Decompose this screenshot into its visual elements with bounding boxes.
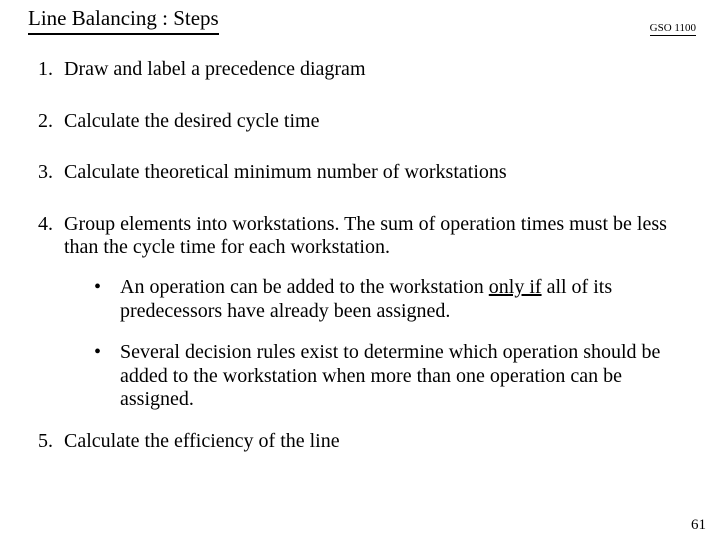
step-4-bullet-2: Several decision rules exist to determin…: [94, 341, 692, 412]
slide: Line Balancing : Steps GSO 1100 Draw and…: [0, 0, 720, 540]
step-4: Group elements into workstations. The su…: [58, 213, 692, 412]
steps-list: Draw and label a precedence diagram Calc…: [28, 58, 692, 454]
step-5: Calculate the efficiency of the line: [58, 430, 692, 454]
course-code: GSO 1100: [650, 22, 696, 36]
step-4-sublist: An operation can be added to the worksta…: [64, 276, 692, 412]
slide-title: Line Balancing : Steps: [28, 6, 219, 35]
b1-underline: only if: [489, 276, 542, 298]
step-1: Draw and label a precedence diagram: [58, 58, 692, 82]
slide-body: Draw and label a precedence diagram Calc…: [28, 58, 692, 482]
step-4-text: Group elements into workstations. The su…: [64, 213, 667, 259]
step-2: Calculate the desired cycle time: [58, 110, 692, 134]
step-4-bullet-1: An operation can be added to the worksta…: [94, 276, 692, 323]
b1-pre: An operation can be added to the worksta…: [120, 276, 489, 298]
step-3: Calculate theoretical minimum number of …: [58, 161, 692, 185]
page-number: 61: [691, 517, 706, 534]
